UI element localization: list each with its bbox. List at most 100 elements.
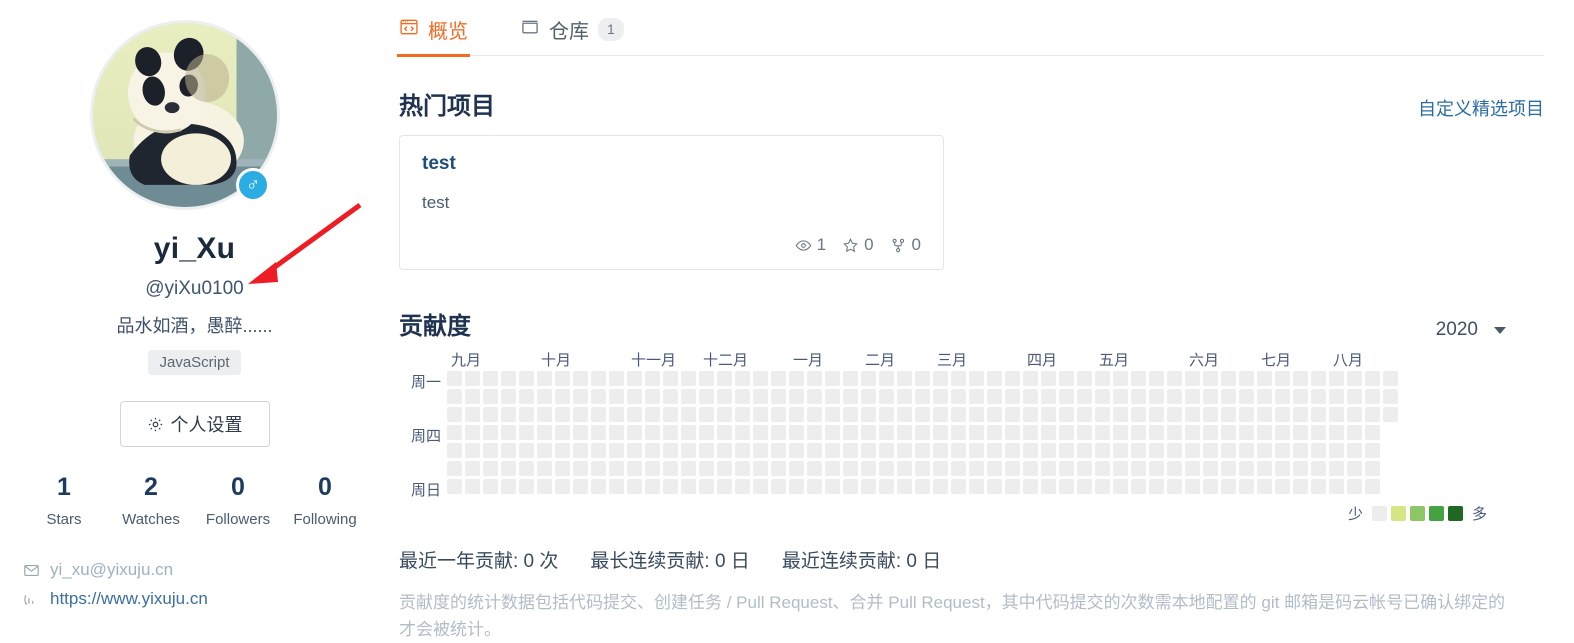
contribution-cell[interactable] bbox=[1239, 443, 1254, 458]
contribution-cell[interactable] bbox=[861, 389, 876, 404]
contribution-cell[interactable] bbox=[645, 407, 660, 422]
contribution-cell[interactable] bbox=[1149, 389, 1164, 404]
contribution-cell[interactable] bbox=[681, 443, 696, 458]
contribution-cell[interactable] bbox=[969, 443, 984, 458]
contribution-cell[interactable] bbox=[807, 407, 822, 422]
contribution-cell[interactable] bbox=[1203, 479, 1218, 494]
contribution-cell[interactable] bbox=[1095, 425, 1110, 440]
contribution-cell[interactable] bbox=[519, 389, 534, 404]
contribution-cell[interactable] bbox=[987, 425, 1002, 440]
contribution-cell[interactable] bbox=[951, 407, 966, 422]
contribution-cell[interactable] bbox=[681, 407, 696, 422]
contribution-cell[interactable] bbox=[1059, 425, 1074, 440]
contribution-cell[interactable] bbox=[717, 461, 732, 476]
contribution-cell[interactable] bbox=[1023, 371, 1038, 386]
contribution-cell[interactable] bbox=[1113, 479, 1128, 494]
contribution-cell[interactable] bbox=[1311, 389, 1326, 404]
contribution-cell[interactable] bbox=[969, 389, 984, 404]
contribution-cell[interactable] bbox=[573, 389, 588, 404]
contribution-cell[interactable] bbox=[699, 479, 714, 494]
contribution-cell[interactable] bbox=[465, 407, 480, 422]
contribution-cell[interactable] bbox=[1077, 443, 1092, 458]
contribution-cell[interactable] bbox=[1131, 425, 1146, 440]
contribution-cell[interactable] bbox=[1131, 389, 1146, 404]
contribution-cell[interactable] bbox=[1149, 407, 1164, 422]
contribution-cell[interactable] bbox=[1257, 389, 1272, 404]
contribution-cell[interactable] bbox=[1293, 407, 1308, 422]
contribution-cell[interactable] bbox=[987, 443, 1002, 458]
contribution-cell[interactable] bbox=[1329, 461, 1344, 476]
contribution-cell[interactable] bbox=[915, 407, 930, 422]
contribution-cell[interactable] bbox=[1275, 389, 1290, 404]
contribution-cell[interactable] bbox=[843, 425, 858, 440]
contribution-cell[interactable] bbox=[1113, 425, 1128, 440]
contribution-cell[interactable] bbox=[591, 461, 606, 476]
contribution-cell[interactable] bbox=[627, 479, 642, 494]
contribution-cell[interactable] bbox=[609, 479, 624, 494]
contribution-cell[interactable] bbox=[465, 371, 480, 386]
contribution-cell[interactable] bbox=[483, 371, 498, 386]
contribution-cell[interactable] bbox=[1059, 407, 1074, 422]
contribution-cell[interactable] bbox=[1023, 479, 1038, 494]
contribution-cell[interactable] bbox=[1365, 425, 1380, 440]
contribution-cell[interactable] bbox=[663, 461, 678, 476]
contribution-cell[interactable] bbox=[447, 461, 462, 476]
contribution-cell[interactable] bbox=[1365, 389, 1380, 404]
contribution-cell[interactable] bbox=[501, 407, 516, 422]
contribution-cell[interactable] bbox=[771, 407, 786, 422]
contribution-cell[interactable] bbox=[645, 425, 660, 440]
contribution-cell[interactable] bbox=[555, 461, 570, 476]
contribution-cell[interactable] bbox=[735, 407, 750, 422]
contribution-cell[interactable] bbox=[1293, 443, 1308, 458]
contribution-cell[interactable] bbox=[897, 371, 912, 386]
contribution-cell[interactable] bbox=[627, 371, 642, 386]
contribution-cell[interactable] bbox=[987, 389, 1002, 404]
contribution-cell[interactable] bbox=[1365, 407, 1380, 422]
contribution-cell[interactable] bbox=[591, 389, 606, 404]
contribution-cell[interactable] bbox=[1041, 407, 1056, 422]
contribution-cell[interactable] bbox=[1275, 443, 1290, 458]
contribution-cell[interactable] bbox=[1293, 371, 1308, 386]
contribution-cell[interactable] bbox=[807, 371, 822, 386]
contribution-cell[interactable] bbox=[771, 425, 786, 440]
contribution-cell[interactable] bbox=[663, 389, 678, 404]
contribution-cell[interactable] bbox=[447, 407, 462, 422]
contribution-cell[interactable] bbox=[825, 389, 840, 404]
contribution-cell[interactable] bbox=[1383, 389, 1398, 404]
contribution-cell[interactable] bbox=[1257, 425, 1272, 440]
contribution-cell[interactable] bbox=[915, 479, 930, 494]
contribution-cell[interactable] bbox=[609, 425, 624, 440]
contribution-cell[interactable] bbox=[1383, 407, 1398, 422]
contribution-cell[interactable] bbox=[537, 407, 552, 422]
contribution-cell[interactable] bbox=[1059, 479, 1074, 494]
contribution-cell[interactable] bbox=[1203, 443, 1218, 458]
contribution-cell[interactable] bbox=[897, 461, 912, 476]
contribution-cell[interactable] bbox=[825, 461, 840, 476]
contribution-cell[interactable] bbox=[717, 425, 732, 440]
contribution-cell[interactable] bbox=[1059, 443, 1074, 458]
contribution-cell[interactable] bbox=[591, 443, 606, 458]
contribution-cell[interactable] bbox=[1275, 371, 1290, 386]
contribution-cell[interactable] bbox=[1077, 371, 1092, 386]
contribution-cell[interactable] bbox=[483, 461, 498, 476]
contribution-cell[interactable] bbox=[1185, 371, 1200, 386]
contribution-cell[interactable] bbox=[1185, 443, 1200, 458]
contribution-cell[interactable] bbox=[933, 371, 948, 386]
contribution-cell[interactable] bbox=[735, 425, 750, 440]
contribution-cell[interactable] bbox=[735, 443, 750, 458]
contribution-cell[interactable] bbox=[1149, 443, 1164, 458]
contribution-cell[interactable] bbox=[1095, 479, 1110, 494]
contribution-cell[interactable] bbox=[645, 371, 660, 386]
contribution-cell[interactable] bbox=[969, 425, 984, 440]
contribution-cell[interactable] bbox=[681, 425, 696, 440]
contribution-cell[interactable] bbox=[735, 461, 750, 476]
contribution-cell[interactable] bbox=[609, 443, 624, 458]
contribution-cell[interactable] bbox=[627, 389, 642, 404]
contribution-cell[interactable] bbox=[573, 479, 588, 494]
contribution-cell[interactable] bbox=[1167, 461, 1182, 476]
contribution-cell[interactable] bbox=[1005, 443, 1020, 458]
contribution-cell[interactable] bbox=[1077, 461, 1092, 476]
contribution-cell[interactable] bbox=[897, 389, 912, 404]
contribution-cell[interactable] bbox=[1293, 479, 1308, 494]
contribution-cell[interactable] bbox=[1131, 461, 1146, 476]
